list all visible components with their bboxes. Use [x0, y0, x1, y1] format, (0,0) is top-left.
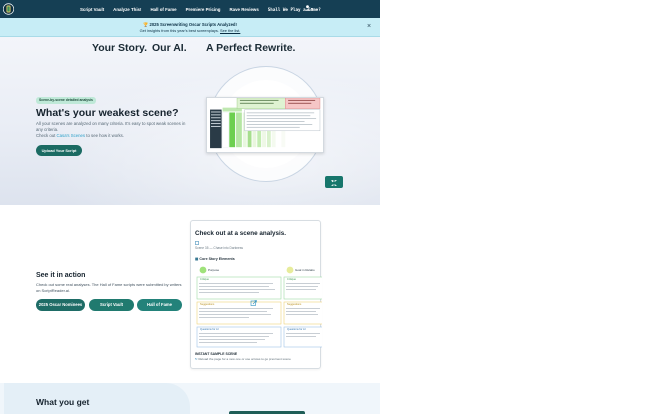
top-navbar: Script Vault Analyze This! Hall of Fame … [0, 0, 380, 18]
hero-title: What's your weakest scene? [36, 107, 179, 119]
questions-label: Questions for AI [200, 328, 219, 331]
core-story-elements-heading: ▦ Core Story Elements [195, 257, 235, 261]
announcement-link[interactable]: See the list. [220, 28, 240, 33]
critique-label: Critique [200, 278, 209, 281]
nav-rave-reviews[interactable]: Rave Reviews [229, 7, 258, 12]
tagline-our-ai: Our AI. [152, 42, 187, 54]
analysis-preview-image [206, 97, 324, 153]
sample-footer-title: INSTANT SAMPLE SCENE [195, 352, 238, 356]
see-it-in-action-section: See it in action Check out some real ana… [0, 205, 380, 383]
sample-scenes-link[interactable]: Casa's Scenes [57, 133, 86, 138]
sample-scene-card: Check out at a scene analysis. Scene 35 … [190, 220, 322, 369]
upload-script-button[interactable]: Upload Your Script [36, 145, 82, 156]
site-logo-icon[interactable] [3, 3, 14, 15]
fullscreen-button[interactable] [325, 176, 343, 188]
tagline-your-story: Your Story. [92, 42, 148, 54]
nav-analyze-this[interactable]: Analyze This! [113, 7, 141, 12]
user-menu[interactable]: ▾ [305, 5, 313, 11]
action-description: Check out some real analyses. The Hall o… [36, 282, 182, 293]
column-purpose-label: Purpose [208, 268, 220, 272]
scene-analysis-grid [196, 266, 322, 348]
critique-label-2: Critique [287, 278, 296, 281]
close-icon[interactable]: × [367, 23, 371, 30]
script-vault-button[interactable]: Script Vault [89, 299, 134, 311]
sample-footer-hint: ↻ Reload the page for a new one or use a… [195, 357, 291, 361]
what-you-get-title: What you get [36, 397, 90, 407]
sample-scene-title: Scene 35 — Chase into Darkness [195, 246, 244, 250]
nav-premiere-pricing[interactable]: Premiere Pricing [186, 7, 221, 12]
action-title: See it in action [36, 272, 86, 279]
document-icon [195, 241, 199, 245]
user-icon [305, 5, 310, 11]
chevron-down-icon: ▾ [311, 5, 314, 11]
feature-badge: Scene-by-scene detailed analysis [36, 97, 96, 104]
what-you-get-section: What you get [0, 383, 380, 414]
questions-label-2: Questions for AI [287, 328, 306, 331]
nav-script-vault[interactable]: Script Vault [80, 7, 104, 12]
column-goal-label: Goal in Relatio [295, 268, 315, 272]
nav-hall-of-fame[interactable]: Hall of Fame [150, 7, 176, 12]
hero-section: Your Story. Our AI. A Perfect Rewrite. S… [0, 37, 380, 205]
suggestions-label: Suggestions [200, 303, 215, 306]
oscar-nominees-button[interactable]: 2025 Oscar Nominees [36, 299, 85, 311]
sample-card-title: Check out at a scene analysis. [195, 230, 286, 237]
suggestions-label-2: Suggestions [287, 303, 302, 306]
compress-icon [331, 180, 337, 186]
announcement-banner: 🏆 2025 Screenwriting Oscar Scripts Analy… [0, 18, 380, 37]
page-margin [380, 0, 650, 414]
hall-of-fame-button[interactable]: Hall of Fame [137, 299, 182, 311]
announcement-text: Get insights from this year's best scree… [139, 28, 241, 33]
hero-description: All your scenes are analyzed on many cri… [36, 121, 186, 138]
tagline-perfect-rewrite: A Perfect Rewrite. [206, 42, 296, 54]
